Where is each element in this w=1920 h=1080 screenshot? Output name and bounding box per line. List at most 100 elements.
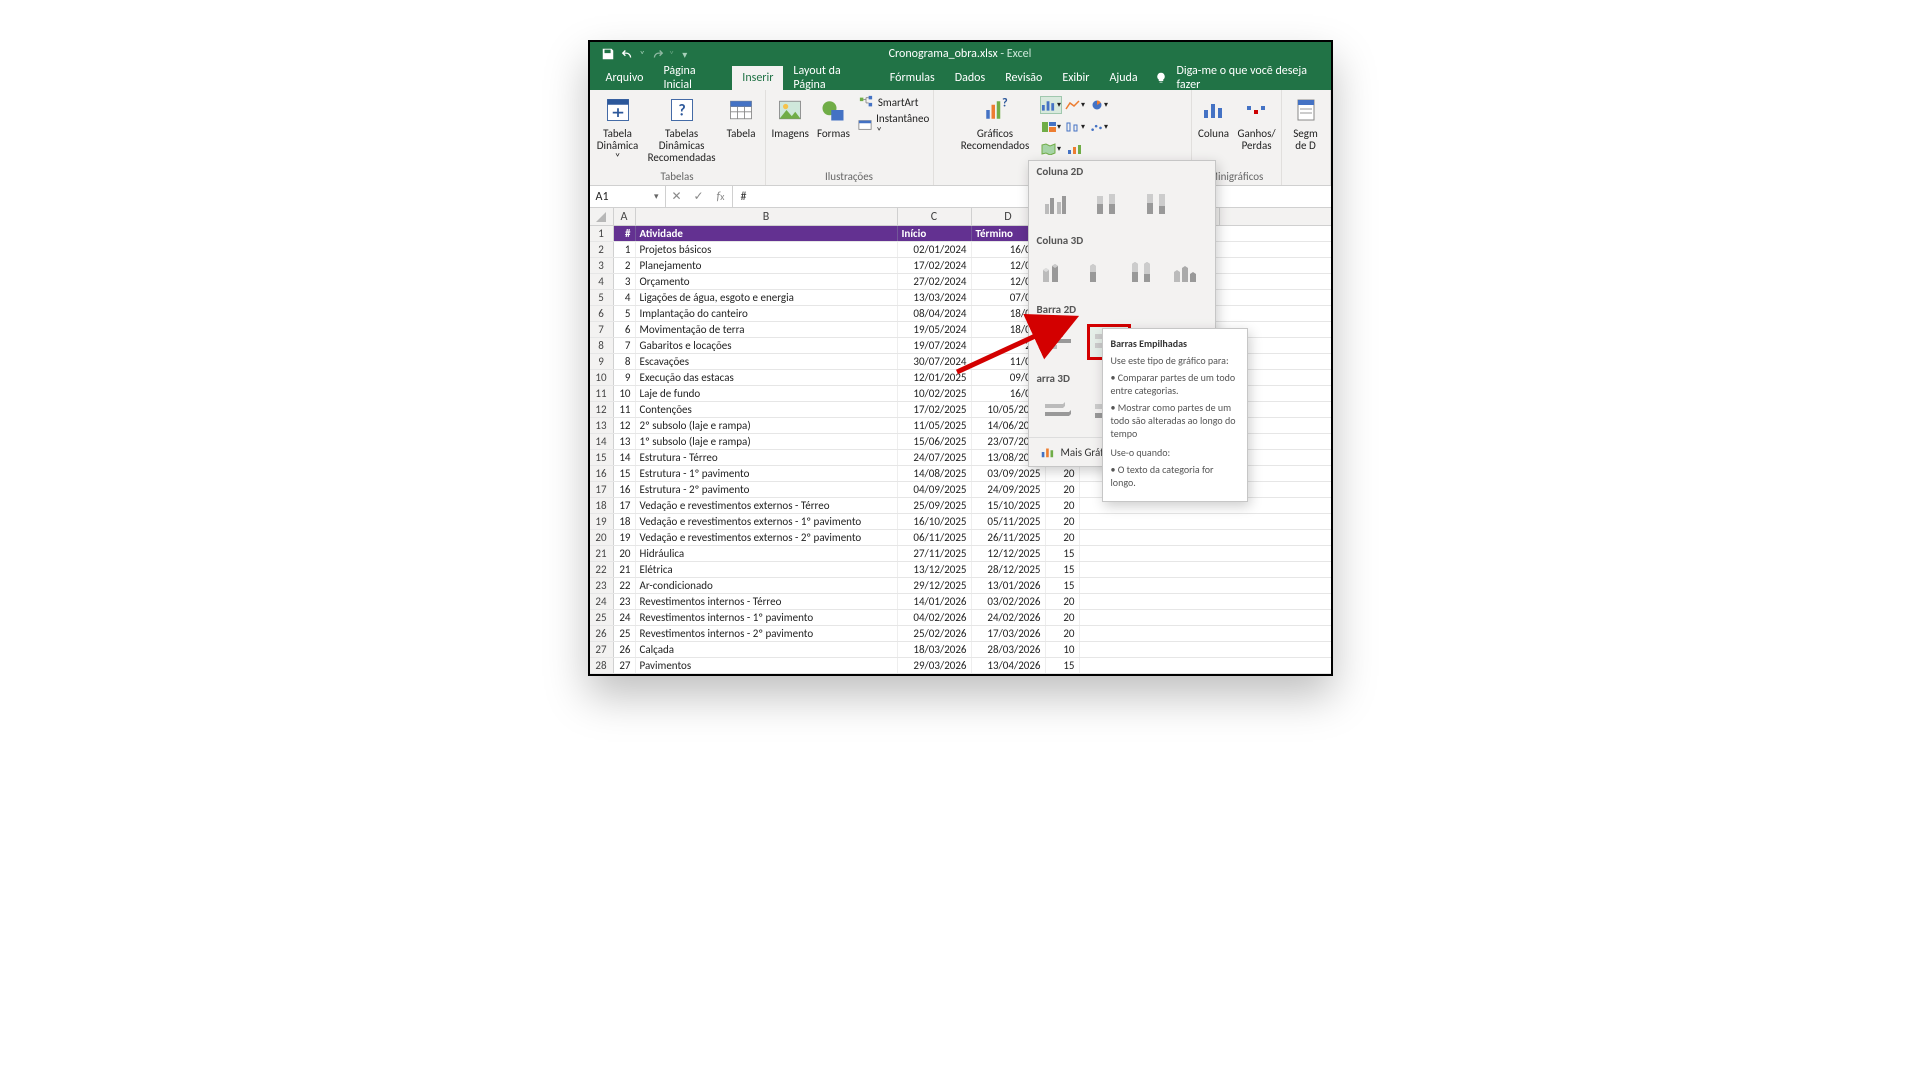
cancel-icon[interactable]: ✕ <box>666 189 688 204</box>
column-3d[interactable] <box>1171 257 1205 289</box>
tab-exibir[interactable]: Exibir <box>1052 66 1099 90</box>
row-header[interactable]: 7 <box>590 322 614 337</box>
images-button[interactable]: Imagens <box>772 94 809 140</box>
cell-num[interactable]: 22 <box>614 578 636 593</box>
cell-dur[interactable]: 20 <box>1046 498 1080 513</box>
cell-inicio[interactable]: 30/07/2024 <box>898 354 972 369</box>
cell-inicio[interactable]: 12/01/2025 <box>898 370 972 385</box>
cell-inicio[interactable]: 06/11/2025 <box>898 530 972 545</box>
tab-dados[interactable]: Dados <box>945 66 995 90</box>
tab-ajuda[interactable]: Ajuda <box>1099 66 1147 90</box>
cell-inicio[interactable]: 19/07/2024 <box>898 338 972 353</box>
cell-termino[interactable]: 13/01/2026 <box>972 578 1046 593</box>
cell-termino[interactable]: 13/04/2026 <box>972 658 1046 673</box>
recommended-pivot-button[interactable]: ? Tabelas Dinâmicas Recomendadas <box>648 94 716 164</box>
cell-inicio[interactable]: 25/09/2025 <box>898 498 972 513</box>
cell-atividade[interactable]: Calçada <box>636 642 898 657</box>
cell-num[interactable]: 9 <box>614 370 636 385</box>
tell-me-input[interactable]: Diga-me o que você deseja fazer <box>1168 66 1330 90</box>
table-button[interactable]: Tabela <box>724 94 759 140</box>
cell-inicio[interactable]: 17/02/2024 <box>898 258 972 273</box>
cell-atividade[interactable]: Revestimentos internos - 2º pavimento <box>636 626 898 641</box>
cell-dur[interactable]: 20 <box>1046 594 1080 609</box>
cell-num[interactable]: 1 <box>614 242 636 257</box>
cell-inicio[interactable]: 29/12/2025 <box>898 578 972 593</box>
cell-B1[interactable]: Atividade <box>636 226 898 241</box>
cell-inicio[interactable]: 08/04/2024 <box>898 306 972 321</box>
cell-atividade[interactable]: Planejamento <box>636 258 898 273</box>
cell-num[interactable]: 3 <box>614 274 636 289</box>
cell-dur[interactable]: 20 <box>1046 626 1080 641</box>
cell-num[interactable]: 20 <box>614 546 636 561</box>
cell-atividade[interactable]: Elétrica <box>636 562 898 577</box>
cell-dur[interactable]: 20 <box>1046 530 1080 545</box>
cell-inicio[interactable]: 13/12/2025 <box>898 562 972 577</box>
pie-chart-dropdown[interactable]: ▾ <box>1088 96 1110 114</box>
row-header[interactable]: 19 <box>590 514 614 529</box>
cell-dur[interactable]: 15 <box>1046 658 1080 673</box>
tab-arquivo[interactable]: Arquivo <box>596 66 654 90</box>
cell-num[interactable]: 11 <box>614 402 636 417</box>
cell-num[interactable]: 21 <box>614 562 636 577</box>
cell-C1[interactable]: Início <box>898 226 972 241</box>
cell-atividade[interactable]: Vedação e revestimentos externos - Térre… <box>636 498 898 513</box>
clustered-column-2d[interactable] <box>1039 188 1079 220</box>
cell-atividade[interactable]: Laje de fundo <box>636 386 898 401</box>
cell-dur[interactable]: 20 <box>1046 466 1080 481</box>
cell-termino[interactable]: 26/11/2025 <box>972 530 1046 545</box>
cell-inicio[interactable]: 29/03/2026 <box>898 658 972 673</box>
cell-atividade[interactable]: Ar-condicionado <box>636 578 898 593</box>
stacked-column-3d[interactable] <box>1083 257 1117 289</box>
row-header[interactable]: 21 <box>590 546 614 561</box>
cell-num[interactable]: 8 <box>614 354 636 369</box>
cell-atividade[interactable]: Hidráulica <box>636 546 898 561</box>
statistic-chart-dropdown[interactable]: ▾ <box>1064 118 1086 136</box>
cell-atividade[interactable]: Pavimentos <box>636 658 898 673</box>
cell-atividade[interactable]: Movimentação de terra <box>636 322 898 337</box>
cell-atividade[interactable]: Implantação do canteiro <box>636 306 898 321</box>
row-1-header[interactable]: 1 <box>590 226 614 241</box>
cell-num[interactable]: 12 <box>614 418 636 433</box>
tab-layout[interactable]: Layout da Página <box>783 66 879 90</box>
sparkline-column-button[interactable]: Coluna <box>1198 94 1230 140</box>
cell-termino[interactable]: 15/10/2025 <box>972 498 1046 513</box>
row-header[interactable]: 11 <box>590 386 614 401</box>
100-stacked-column-3d[interactable] <box>1127 257 1161 289</box>
cell-inicio[interactable]: 27/02/2024 <box>898 274 972 289</box>
row-header[interactable]: 18 <box>590 498 614 513</box>
row-header[interactable]: 14 <box>590 434 614 449</box>
clustered-bar-3d[interactable] <box>1039 395 1079 427</box>
cell-atividade[interactable]: Revestimentos internos - 1º pavimento <box>636 610 898 625</box>
cell-inicio[interactable]: 18/03/2026 <box>898 642 972 657</box>
cell-A1[interactable]: # <box>614 226 636 241</box>
row-header[interactable]: 2 <box>590 242 614 257</box>
map-chart-dropdown[interactable]: ▾ <box>1040 140 1062 158</box>
cell-atividade[interactable]: Vedação e revestimentos externos - 2º pa… <box>636 530 898 545</box>
name-box[interactable]: A1▾ <box>590 186 666 207</box>
slicer-button[interactable]: Segm de D <box>1288 94 1324 152</box>
row-header[interactable]: 3 <box>590 258 614 273</box>
cell-num[interactable]: 16 <box>614 482 636 497</box>
cell-num[interactable]: 4 <box>614 290 636 305</box>
save-icon[interactable] <box>600 46 616 62</box>
cell-inicio[interactable]: 24/07/2025 <box>898 450 972 465</box>
cell-num[interactable]: 19 <box>614 530 636 545</box>
row-header[interactable]: 17 <box>590 482 614 497</box>
select-all-corner[interactable] <box>590 208 614 225</box>
smartart-button[interactable]: SmartArt <box>858 94 931 110</box>
cell-inicio[interactable]: 02/01/2024 <box>898 242 972 257</box>
row-header[interactable]: 26 <box>590 626 614 641</box>
cell-inicio[interactable]: 04/02/2026 <box>898 610 972 625</box>
cell-inicio[interactable]: 04/09/2025 <box>898 482 972 497</box>
cell-inicio[interactable]: 19/05/2024 <box>898 322 972 337</box>
col-A[interactable]: A <box>614 208 636 225</box>
row-header[interactable]: 4 <box>590 274 614 289</box>
row-header[interactable]: 25 <box>590 610 614 625</box>
cell-num[interactable]: 18 <box>614 514 636 529</box>
screenshot-button[interactable]: Instantâneo ˅ <box>858 112 931 138</box>
cell-termino[interactable]: 24/09/2025 <box>972 482 1046 497</box>
cell-atividade[interactable]: Ligações de água, esgoto e energia <box>636 290 898 305</box>
cell-termino[interactable]: 03/09/2025 <box>972 466 1046 481</box>
cell-atividade[interactable]: Projetos básicos <box>636 242 898 257</box>
cell-termino[interactable]: 24/02/2026 <box>972 610 1046 625</box>
